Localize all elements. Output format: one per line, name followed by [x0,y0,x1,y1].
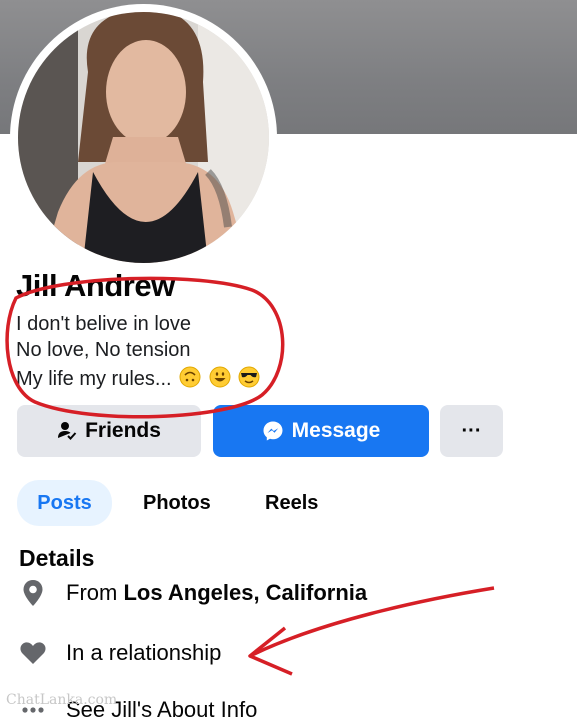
tab-photos[interactable]: Photos [143,480,211,526]
tab-reels[interactable]: Reels [265,480,318,526]
message-button[interactable]: Message [213,405,429,457]
hometown-prefix: From [66,580,118,605]
annotation-arrow-head [248,626,293,676]
friends-button[interactable]: Friends [17,405,201,457]
details-heading: Details [19,545,95,571]
detail-relationship[interactable]: In a relationship [19,638,221,668]
location-pin-icon [19,578,47,608]
grinning-face-emoji-icon [209,366,231,388]
profile-picture[interactable] [18,12,269,263]
detail-hometown[interactable]: From Los Angeles, California [19,578,367,608]
heart-icon [19,638,47,668]
more-dots-icon: ··· [461,419,482,442]
profile-name: Jill Andrew [16,268,175,303]
message-button-label: Message [291,419,381,442]
tab-posts[interactable]: Posts [17,480,112,526]
bio-line-1: I don't belive in love [16,313,192,335]
sunglasses-face-emoji-icon [238,366,260,388]
more-options-button[interactable]: ··· [440,405,503,457]
bio-line-3: My life my rules... [16,366,260,391]
bio-line-3-text: My life my rules... [16,368,172,390]
bio-line-2: No love, No tension [16,339,191,361]
hometown-place: Los Angeles, California [123,580,368,605]
messenger-icon [263,421,283,441]
watermark: ChatLanka.com [6,692,118,708]
profile-photo-image [18,12,269,263]
friends-button-label: Friends [85,419,161,442]
relationship-status: In a relationship [66,640,222,665]
upside-down-face-emoji-icon [179,366,201,388]
friends-check-icon [58,422,77,440]
